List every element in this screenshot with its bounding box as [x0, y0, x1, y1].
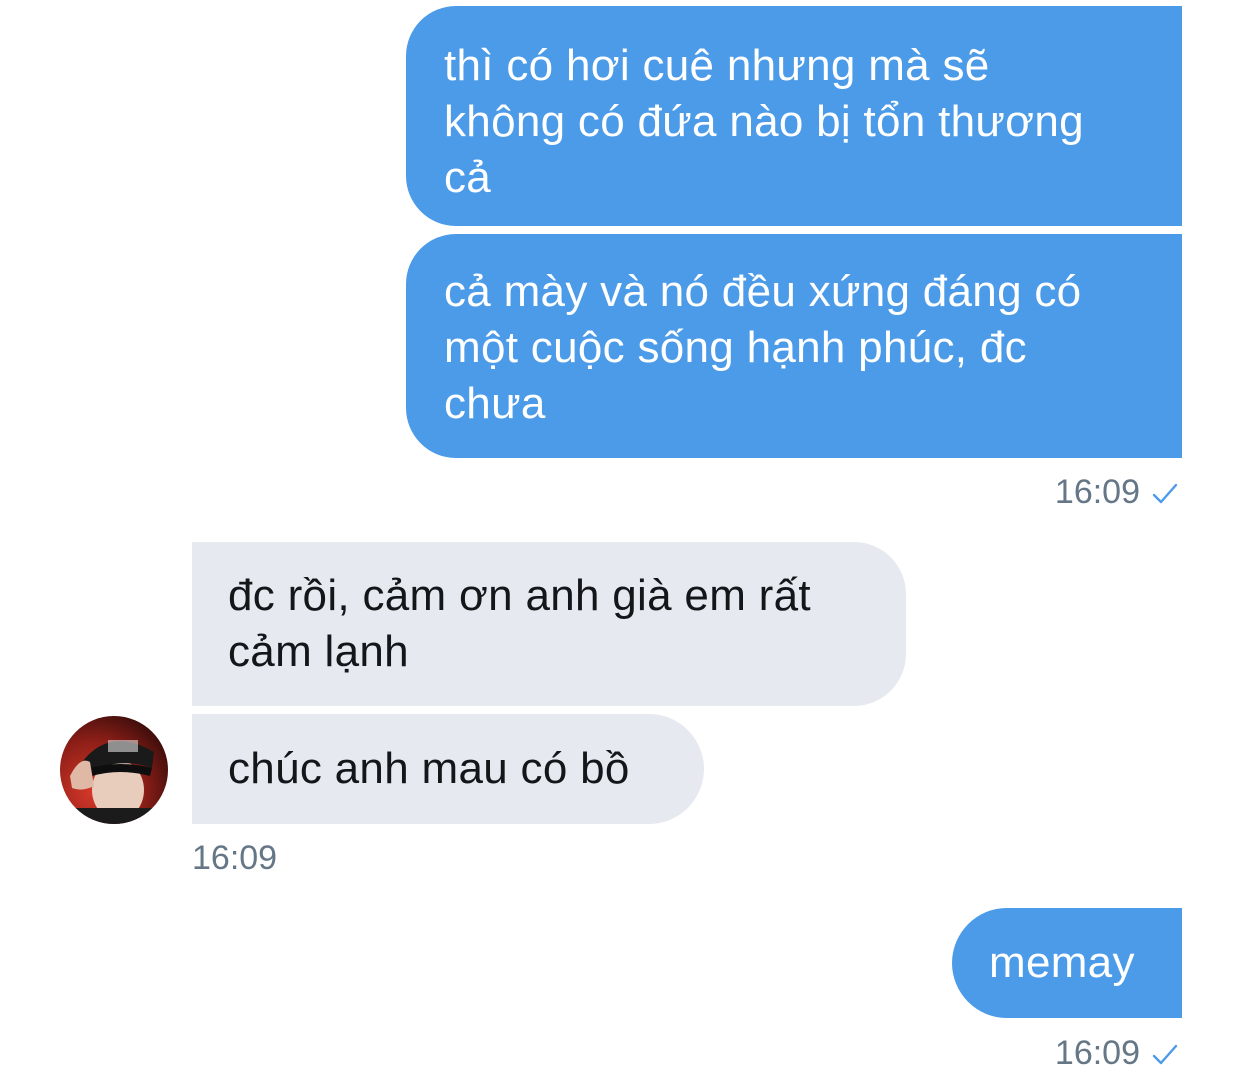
message-bubble-received[interactable]: chúc anh mau có bồ	[192, 714, 704, 824]
check-icon	[1152, 1036, 1178, 1076]
message-bubble-received[interactable]: đc rồi, cảm ơn anh già em rất cảm lạnh	[192, 542, 906, 706]
message-bubble-sent[interactable]: memay	[952, 908, 1182, 1018]
avatar-photo	[60, 716, 168, 824]
message-timestamp: 16:09	[1055, 1033, 1178, 1076]
message-timestamp: 16:09	[192, 839, 278, 877]
message-bubble-sent[interactable]: cả mày và nó đều xứng đáng có một cuộc s…	[406, 234, 1182, 458]
avatar[interactable]	[60, 716, 168, 824]
check-icon	[1152, 475, 1178, 515]
message-timestamp: 16:09	[1055, 472, 1178, 515]
message-bubble-sent[interactable]: thì có hơi cuê nhưng mà sẽ không có đứa …	[406, 6, 1182, 226]
